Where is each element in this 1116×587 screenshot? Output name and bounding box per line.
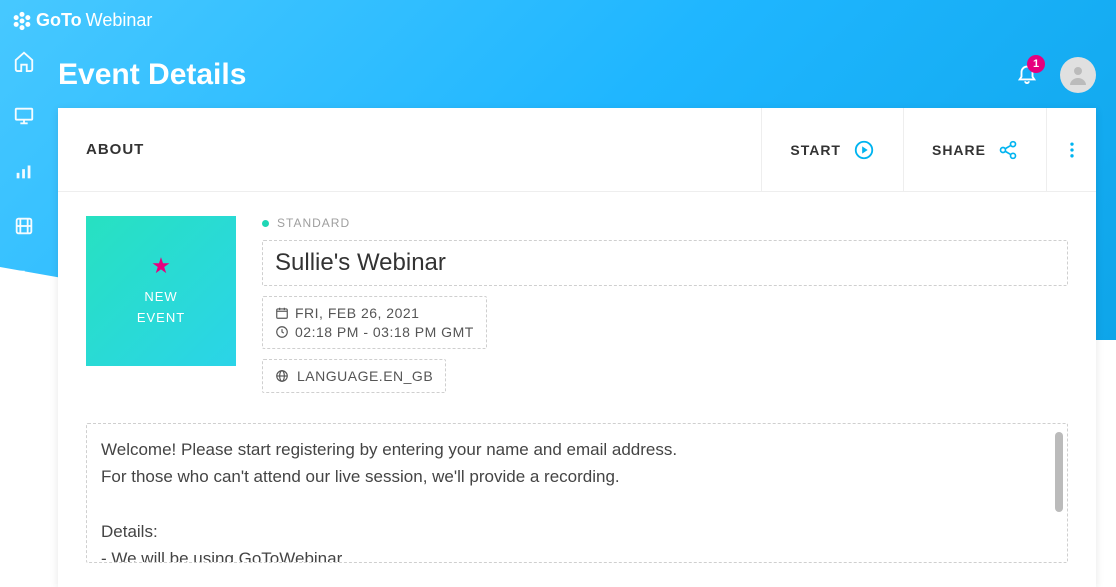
event-card: ABOUT START SHARE ★ NEW EVENT STANDARD S…: [58, 108, 1096, 587]
brand-bold: GoTo: [36, 10, 82, 31]
star-icon: ★: [151, 253, 171, 279]
notification-badge: 1: [1027, 55, 1045, 73]
home-icon: [13, 50, 35, 72]
calendar-icon: [275, 306, 289, 320]
kebab-icon: [1062, 140, 1082, 160]
status-text: STANDARD: [277, 216, 350, 230]
status-dot-icon: [262, 220, 269, 227]
thumbnail-line2: EVENT: [137, 308, 185, 329]
play-circle-icon: [853, 139, 875, 161]
share-button[interactable]: SHARE: [903, 108, 1046, 191]
event-details: STANDARD Sullie's Webinar FRI, FEB 26, 2…: [262, 216, 1068, 393]
event-thumbnail[interactable]: ★ NEW EVENT: [86, 216, 236, 366]
film-icon: [13, 215, 35, 237]
nav-settings[interactable]: [13, 270, 35, 297]
event-title-input[interactable]: Sullie's Webinar: [262, 240, 1068, 286]
share-label: SHARE: [932, 142, 986, 158]
header-actions: 1: [1016, 57, 1096, 93]
page-header: Event Details 1: [58, 50, 1096, 100]
thumbnail-caption: NEW EVENT: [137, 287, 185, 329]
card-header: ABOUT START SHARE: [58, 108, 1096, 192]
start-label: START: [790, 142, 841, 158]
event-description-input[interactable]: Welcome! Please start registering by ent…: [86, 423, 1068, 563]
sidebar-nav: [0, 50, 48, 297]
nav-videos[interactable]: [13, 215, 35, 242]
avatar[interactable]: [1060, 57, 1096, 93]
notifications-button[interactable]: 1: [1016, 62, 1038, 89]
event-language: LANGUAGE.EN_GB: [297, 368, 433, 384]
monitor-icon: [13, 105, 35, 127]
globe-icon: [275, 369, 289, 383]
gear-icon: [13, 270, 35, 292]
brand-light: Webinar: [86, 10, 153, 31]
event-description-text: Welcome! Please start registering by ent…: [101, 436, 1053, 563]
page-title: Event Details: [58, 58, 246, 92]
nav-monitor[interactable]: [13, 105, 35, 132]
event-status: STANDARD: [262, 216, 1068, 230]
event-time: 02:18 PM - 03:18 PM GMT: [295, 324, 474, 340]
clock-icon: [275, 325, 289, 339]
event-language-input[interactable]: LANGUAGE.EN_GB: [262, 359, 446, 393]
event-datetime-input[interactable]: FRI, FEB 26, 2021 02:18 PM - 03:18 PM GM…: [262, 296, 487, 349]
card-body: ★ NEW EVENT STANDARD Sullie's Webinar FR…: [58, 192, 1096, 393]
thumbnail-line1: NEW: [137, 287, 185, 308]
nav-dashboard[interactable]: [13, 50, 35, 77]
tab-about[interactable]: ABOUT: [58, 108, 761, 191]
more-menu[interactable]: [1046, 108, 1096, 191]
bars-icon: [13, 160, 35, 182]
share-icon: [998, 140, 1018, 160]
start-button[interactable]: START: [761, 108, 903, 191]
brand-logo[interactable]: GoToWebinar: [12, 10, 152, 31]
event-date: FRI, FEB 26, 2021: [295, 305, 419, 321]
scrollbar-thumb[interactable]: [1055, 432, 1063, 512]
nav-analytics[interactable]: [13, 160, 35, 187]
user-icon: [1066, 63, 1090, 87]
daisy-icon: [12, 11, 32, 31]
